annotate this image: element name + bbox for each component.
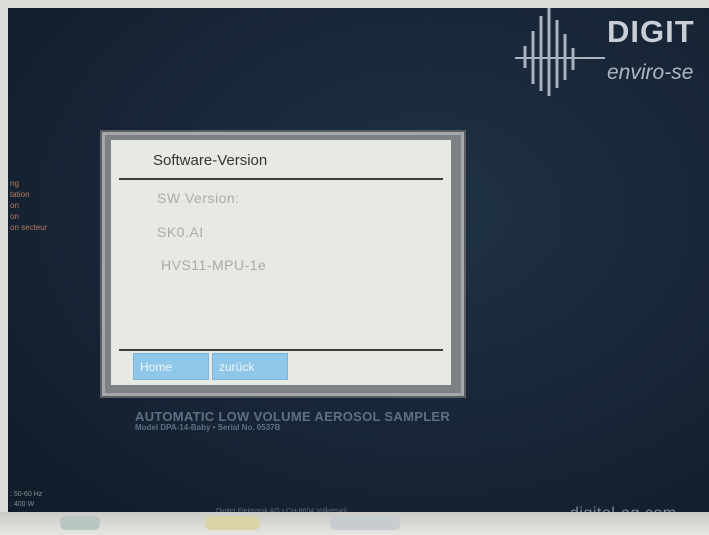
side-label-list: ng tation on on on secteur xyxy=(10,178,47,233)
side-label: ng xyxy=(10,179,19,188)
side-label: on secteur xyxy=(10,223,48,232)
title-divider xyxy=(119,178,443,180)
waveform-logo-icon xyxy=(515,8,605,96)
power-rating-label: : 50-60 Hz : 400 W xyxy=(10,490,42,510)
software-code: SK0.AI xyxy=(157,224,204,240)
back-button[interactable]: zurück xyxy=(212,353,288,380)
side-label: on xyxy=(10,212,19,221)
touch-screen: Software-Version SW Version: SK0.AI HVS1… xyxy=(111,140,451,385)
background-object xyxy=(60,516,100,530)
firmware-version: HVS11-MPU-1e xyxy=(161,257,267,273)
background-object xyxy=(330,516,400,530)
sw-version-label: SW Version: xyxy=(157,190,240,206)
model-serial-label: Model DPA-14-Baby • Serial No. 0537B xyxy=(135,423,281,432)
side-label: on xyxy=(10,201,19,210)
device-caption: AUTOMATIC LOW VOLUME AEROSOL SAMPLER xyxy=(135,409,451,424)
brand-name: DIGIT xyxy=(607,14,695,49)
brand-tagline: enviro-se xyxy=(607,61,694,84)
bottom-edge xyxy=(0,512,709,535)
background-object xyxy=(205,516,260,530)
power-line: : 400 W xyxy=(10,501,35,508)
home-button[interactable]: Home xyxy=(133,353,209,380)
side-label: tation xyxy=(10,190,30,199)
screen-title: Software-Version xyxy=(153,152,268,169)
brand-logo: DIGIT enviro-se xyxy=(515,6,709,101)
power-line: : 50-60 Hz xyxy=(10,491,43,498)
footer-divider xyxy=(119,349,443,351)
